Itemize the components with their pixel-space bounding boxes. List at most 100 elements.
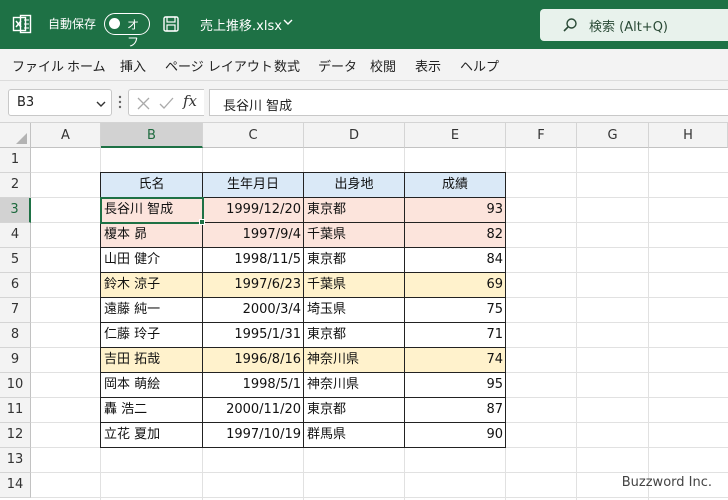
table-cell-name[interactable]: 立花 夏加 [101, 423, 203, 448]
table-cell-origin[interactable]: 千葉県 [304, 223, 405, 248]
table-cell-birth[interactable]: 1998/5/1 [203, 373, 304, 398]
table-cell-birth[interactable]: 2000/3/4 [203, 298, 304, 323]
table-cell-name[interactable]: 岡本 萌絵 [101, 373, 203, 398]
menu-data[interactable]: データ [318, 56, 357, 75]
table-cell-score[interactable]: 82 [405, 223, 506, 248]
enter-icon[interactable] [159, 97, 174, 110]
column-header-h[interactable]: H [649, 123, 728, 148]
table-header-cell[interactable]: 氏名 [101, 173, 203, 198]
table-cell-name[interactable]: 仁藤 玲子 [101, 323, 203, 348]
table-cell-score[interactable]: 87 [405, 398, 506, 423]
column-header-d[interactable]: D [304, 123, 405, 148]
column-header-b[interactable]: B [101, 123, 203, 148]
table-cell-score[interactable]: 74 [405, 348, 506, 373]
menu-file[interactable]: ファイル [12, 56, 64, 75]
row-header-7[interactable]: 7 [0, 298, 31, 323]
excel-icon[interactable] [12, 14, 32, 34]
table-header-cell[interactable]: 生年月日 [203, 173, 304, 198]
table-border [100, 172, 101, 448]
table-cell-origin[interactable]: 東京都 [304, 398, 405, 423]
table-cell-name[interactable]: 轟 浩二 [101, 398, 203, 423]
row-header-10[interactable]: 10 [0, 373, 31, 398]
menu-view[interactable]: 表示 [415, 56, 441, 75]
cancel-icon[interactable] [137, 97, 150, 110]
table-cell-origin[interactable]: 群馬県 [304, 423, 405, 448]
more-options-icon[interactable] [118, 94, 122, 110]
select-all-button[interactable] [0, 123, 31, 148]
menu-help[interactable]: ヘルプ [460, 56, 499, 75]
table-cell-origin[interactable]: 埼玉県 [304, 298, 405, 323]
insert-function-icon[interactable]: fx [183, 92, 197, 110]
table-cell-birth[interactable]: 1995/1/31 [203, 323, 304, 348]
table-cell-score[interactable]: 71 [405, 323, 506, 348]
column-header-g[interactable]: G [577, 123, 649, 148]
search-box[interactable]: 検索 (Alt+Q) [540, 9, 728, 41]
table-cell-score[interactable]: 69 [405, 273, 506, 298]
save-icon[interactable] [162, 15, 180, 33]
menu-page-layout[interactable]: ページ レイアウト [165, 56, 273, 75]
table-cell-name[interactable]: 山田 健介 [101, 248, 203, 273]
column-header-e[interactable]: E [405, 123, 506, 148]
row-header-6[interactable]: 6 [0, 273, 31, 298]
row-header-11[interactable]: 11 [0, 398, 31, 423]
row-header-9[interactable]: 9 [0, 348, 31, 373]
table-cell-birth[interactable]: 1997/10/19 [203, 423, 304, 448]
table-cell-score[interactable]: 93 [405, 198, 506, 223]
column-header-f[interactable]: F [506, 123, 577, 148]
file-name[interactable]: 売上推移.xlsx [200, 15, 282, 34]
formula-content: 長谷川 智成 [223, 99, 293, 114]
table-cell-origin[interactable]: 東京都 [304, 248, 405, 273]
menu-formulas[interactable]: 数式 [274, 56, 300, 75]
worksheet-grid[interactable]: A B C D E F G H 1 2 3 4 5 6 7 8 9 10 11 12 13 14 氏名 生年月日 出身地 成績 長谷… [0, 123, 728, 500]
table-cell-name[interactable]: 長谷川 智成 [101, 198, 203, 223]
table-cell-score[interactable]: 75 [405, 298, 506, 323]
column-header-a[interactable]: A [31, 123, 101, 148]
name-box[interactable]: B3 [8, 89, 112, 116]
row-header-1[interactable]: 1 [0, 148, 31, 173]
chevron-down-icon[interactable] [282, 16, 294, 28]
table-cell-origin[interactable]: 千葉県 [304, 273, 405, 298]
menu-bar: ファイル ホーム 挿入 ページ レイアウト 数式 データ 校閲 表示 ヘルプ [0, 49, 728, 81]
table-cell-birth[interactable]: 2000/11/20 [203, 398, 304, 423]
table-cell-name[interactable]: 榎本 昴 [101, 223, 203, 248]
table-cell-birth[interactable]: 1998/11/5 [203, 248, 304, 273]
table-cell-name[interactable]: 鈴木 涼子 [101, 273, 203, 298]
autosave-toggle[interactable]: オフ [104, 13, 150, 49]
table-cell-name[interactable]: 吉田 拓哉 [101, 348, 203, 373]
autosave-state: オフ [127, 18, 140, 49]
row-header-12[interactable]: 12 [0, 423, 31, 448]
table-cell-origin[interactable]: 東京都 [304, 198, 405, 223]
table-header-cell[interactable]: 出身地 [304, 173, 405, 198]
table-cell-score[interactable]: 95 [405, 373, 506, 398]
column-header-c[interactable]: C [203, 123, 304, 148]
menu-review[interactable]: 校閲 [370, 56, 396, 75]
search-icon [562, 17, 578, 33]
menu-home[interactable]: ホーム [67, 56, 106, 75]
formula-input[interactable]: 長谷川 智成 [209, 89, 728, 116]
row-header-13[interactable]: 13 [0, 448, 31, 473]
table-cell-birth[interactable]: 1996/8/16 [203, 348, 304, 373]
table-cell-birth[interactable]: 1997/9/4 [203, 223, 304, 248]
row-header-5[interactable]: 5 [0, 248, 31, 273]
gridline [576, 148, 577, 500]
table-border [100, 172, 506, 173]
table-cell-origin[interactable]: 東京都 [304, 323, 405, 348]
table-cell-origin[interactable]: 神奈川県 [304, 373, 405, 398]
row-header-4[interactable]: 4 [0, 223, 31, 248]
chevron-down-icon[interactable] [95, 98, 107, 110]
table-cell-origin[interactable]: 神奈川県 [304, 348, 405, 373]
table-cell-name[interactable]: 遠藤 純一 [101, 298, 203, 323]
row-header-14[interactable]: 14 [0, 473, 31, 498]
table-cell-birth[interactable]: 1997/6/23 [203, 273, 304, 298]
toggle-knob [109, 18, 120, 29]
formula-buttons: fx [128, 89, 204, 116]
menu-insert[interactable]: 挿入 [120, 56, 146, 75]
table-header-cell[interactable]: 成績 [405, 173, 506, 198]
row-header-8[interactable]: 8 [0, 323, 31, 348]
fill-handle[interactable] [199, 219, 205, 225]
row-header-2[interactable]: 2 [0, 173, 31, 198]
table-cell-birth[interactable]: 1999/12/20 [203, 198, 304, 223]
row-header-3[interactable]: 3 [0, 198, 31, 223]
table-cell-score[interactable]: 84 [405, 248, 506, 273]
table-cell-score[interactable]: 90 [405, 423, 506, 448]
